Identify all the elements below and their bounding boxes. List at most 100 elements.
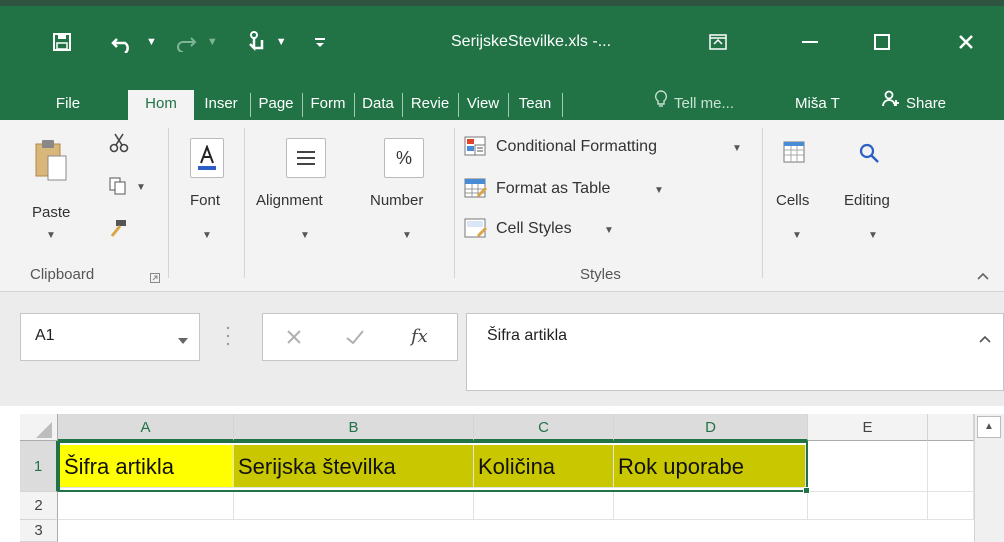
- cell-b2[interactable]: [234, 492, 474, 520]
- cell-styles-button[interactable]: Cell Styles ▼: [464, 216, 644, 244]
- collapse-ribbon-icon[interactable]: [976, 268, 990, 286]
- tab-review[interactable]: Revie: [403, 88, 457, 120]
- tab-data[interactable]: Data: [355, 88, 401, 120]
- formula-buttons: fx: [262, 313, 458, 361]
- paste-button[interactable]: Paste ▼: [26, 132, 74, 250]
- customize-qat-icon[interactable]: [305, 22, 335, 62]
- editing-button[interactable]: Editing ▼: [838, 132, 902, 252]
- tab-formulas[interactable]: Form: [303, 88, 353, 120]
- select-all-corner[interactable]: [20, 414, 58, 441]
- editing-dropdown-icon: ▼: [868, 230, 878, 241]
- alignment-label: Alignment: [256, 192, 323, 209]
- tab-view[interactable]: View: [459, 88, 507, 120]
- clipboard-launcher-icon[interactable]: [150, 270, 160, 288]
- tab-file[interactable]: File: [40, 88, 96, 120]
- name-box-dropdown-icon[interactable]: [177, 332, 189, 350]
- cell-e1[interactable]: [808, 441, 928, 492]
- formula-value: Šifra artikla: [487, 327, 568, 344]
- cell-f1[interactable]: [928, 441, 974, 492]
- person-add-icon: [882, 88, 900, 120]
- cell-a1[interactable]: Šifra artikla: [60, 445, 234, 488]
- row-header-2[interactable]: 2: [20, 492, 58, 520]
- column-header-c[interactable]: C: [474, 414, 614, 441]
- cell-c1[interactable]: Količina: [474, 445, 614, 488]
- column-header-b[interactable]: B: [234, 414, 474, 441]
- cell-d2[interactable]: [614, 492, 808, 520]
- name-box[interactable]: A1: [20, 313, 200, 361]
- conditional-formatting-label: Conditional Formatting: [496, 138, 657, 155]
- column-header-d[interactable]: D: [614, 414, 808, 441]
- insert-function-icon[interactable]: fx: [411, 326, 428, 347]
- cells-label: Cells: [776, 192, 810, 209]
- save-icon[interactable]: [44, 22, 80, 62]
- format-as-table-button[interactable]: Format as Table ▼: [464, 176, 694, 204]
- share-label: Share: [906, 95, 947, 112]
- formula-input[interactable]: Šifra artikla: [466, 313, 1004, 391]
- cell-e2[interactable]: [808, 492, 928, 520]
- row-header-1[interactable]: 1: [20, 441, 58, 492]
- tell-me-label: Tell me...: [674, 95, 735, 112]
- minimize-icon[interactable]: [786, 22, 834, 62]
- cut-icon[interactable]: [108, 132, 130, 159]
- cell-styles-icon: [464, 218, 488, 245]
- undo-dropdown-icon[interactable]: ▼: [146, 36, 157, 48]
- row-header-3[interactable]: 3: [20, 520, 58, 542]
- alignment-button[interactable]: Alignment ▼: [254, 132, 358, 252]
- cells-dropdown-icon: ▼: [792, 230, 802, 241]
- touch-mode-icon[interactable]: [240, 22, 272, 62]
- column-header-e[interactable]: E: [808, 414, 928, 441]
- formula-bar-grip-icon[interactable]: [226, 322, 230, 355]
- expand-formula-icon[interactable]: [979, 330, 991, 348]
- paste-icon: [34, 138, 68, 187]
- font-dropdown-icon: ▼: [202, 230, 212, 241]
- cells-icon: [782, 138, 808, 171]
- close-icon[interactable]: [942, 22, 990, 62]
- user-account[interactable]: Miša T: [795, 88, 840, 120]
- redo-dropdown-icon[interactable]: ▼: [207, 36, 218, 48]
- font-label: Font: [190, 192, 221, 209]
- ribbon-display-options-icon[interactable]: [694, 22, 742, 62]
- editing-label: Editing: [844, 192, 890, 209]
- undo-icon[interactable]: [104, 22, 142, 62]
- fill-handle[interactable]: [803, 487, 810, 494]
- tab-insert[interactable]: Inser: [194, 88, 248, 120]
- cell-d1[interactable]: Rok uporabe: [614, 445, 806, 488]
- cell-styles-dropdown-icon: ▼: [604, 225, 614, 236]
- copy-icon[interactable]: [108, 176, 128, 201]
- document-title: SerijskeStevilke.xls -...: [451, 33, 612, 50]
- font-icon: [190, 138, 224, 178]
- tab-home[interactable]: Hom: [128, 90, 194, 120]
- cell-a2[interactable]: [58, 492, 234, 520]
- magnifier-icon: [858, 142, 880, 169]
- number-button[interactable]: % Number ▼: [366, 132, 448, 252]
- tab-page-layout[interactable]: Page: [251, 88, 301, 120]
- column-header-a[interactable]: A: [58, 414, 234, 441]
- tell-me-search[interactable]: Tell me...: [654, 88, 734, 120]
- cell-b1[interactable]: Serijska številka: [234, 445, 474, 488]
- number-dropdown-icon: ▼: [402, 230, 412, 241]
- conditional-formatting-button[interactable]: Conditional Formatting ▼: [464, 134, 754, 162]
- scroll-up-icon[interactable]: ▲: [977, 416, 1001, 438]
- maximize-icon[interactable]: [858, 22, 906, 62]
- cell-f2[interactable]: [928, 492, 974, 520]
- cell-c2[interactable]: [474, 492, 614, 520]
- touch-dropdown-icon[interactable]: ▼: [276, 36, 287, 48]
- cancel-entry-icon[interactable]: [285, 328, 303, 351]
- share-button[interactable]: Share: [882, 88, 946, 120]
- number-label: Number: [370, 192, 424, 209]
- copy-dropdown-icon[interactable]: ▼: [136, 182, 146, 193]
- format-as-table-label: Format as Table: [496, 180, 611, 197]
- confirm-entry-icon[interactable]: [345, 328, 365, 351]
- quick-access-toolbar: ▼ ▼ ▼: [44, 22, 335, 62]
- styles-group-label: Styles: [580, 266, 621, 283]
- clipboard-group-label: Clipboard: [30, 266, 95, 283]
- column-header-f[interactable]: [928, 414, 974, 441]
- alignment-dropdown-icon: ▼: [300, 230, 310, 241]
- percent-icon: %: [384, 138, 424, 178]
- tab-team[interactable]: Tean: [509, 88, 561, 120]
- redo-icon[interactable]: [171, 22, 203, 62]
- format-painter-icon[interactable]: [108, 218, 128, 243]
- cells-button[interactable]: Cells ▼: [772, 132, 824, 252]
- cell-styles-label: Cell Styles: [496, 220, 572, 237]
- font-button[interactable]: Font ▼: [182, 132, 234, 252]
